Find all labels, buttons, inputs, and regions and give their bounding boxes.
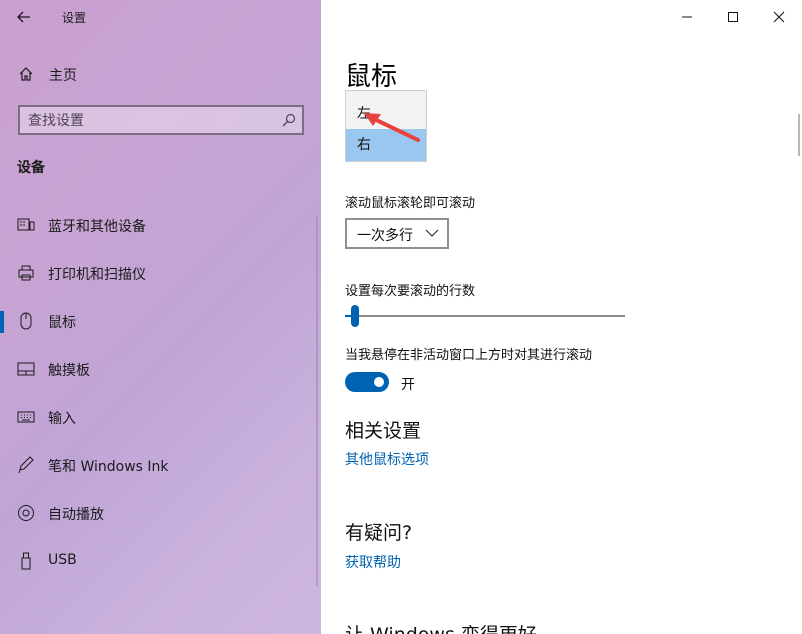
bluetooth-devices-icon (17, 216, 35, 234)
keyboard-icon (17, 408, 35, 426)
sidebar-item-autoplay[interactable]: 自动播放 (0, 493, 316, 533)
search-box[interactable] (18, 105, 304, 135)
related-settings-title: 相关设置 (345, 420, 422, 442)
home-nav-item[interactable]: 主页 (0, 58, 321, 90)
other-mouse-options-link[interactable]: 其他鼠标选项 (345, 449, 429, 469)
section-title: 设备 (17, 160, 45, 176)
sidebar-item-label: USB (48, 552, 77, 568)
sidebar-item-typing[interactable]: 输入 (0, 397, 316, 437)
minimize-button[interactable] (664, 0, 710, 34)
sidebar-item-label: 打印机和扫描仪 (48, 267, 146, 283)
touchpad-icon (17, 360, 35, 378)
scroll-dropdown[interactable]: 一次多行 (345, 218, 449, 249)
toggle-knob (374, 377, 384, 387)
main-content: 鼠标 左 右 滚动鼠标滚轮即可滚动 一次多行 设置每次要滚动的行数 当我悬停在非… (321, 0, 802, 634)
sidebar-item-pen[interactable]: 笔和 Windows Ink (0, 445, 316, 485)
sidebar-item-bluetooth[interactable]: 蓝牙和其他设备 (0, 205, 316, 245)
sidebar-item-mouse[interactable]: 鼠标 (0, 301, 316, 341)
sidebar-item-label: 触摸板 (48, 363, 90, 379)
inactive-scroll-label: 当我悬停在非活动窗口上方时对其进行滚动 (345, 348, 593, 363)
get-help-link[interactable]: 获取帮助 (345, 552, 401, 572)
sidebar-item-label: 输入 (48, 411, 76, 427)
title-bar-left: 设置 (0, 0, 321, 34)
slider-track (345, 315, 625, 317)
sidebar-scrollbar[interactable] (316, 216, 318, 586)
search-icon[interactable] (282, 112, 296, 131)
maximize-button[interactable] (710, 0, 756, 34)
close-icon (773, 11, 785, 23)
improve-windows-title: 让 Windows 变得更好 (345, 620, 537, 634)
mouse-icon (17, 312, 35, 330)
app-title: 设置 (62, 11, 87, 25)
lines-setting-label: 设置每次要滚动的行数 (345, 284, 476, 299)
scroll-dropdown-value: 一次多行 (357, 228, 413, 244)
back-button[interactable] (10, 4, 38, 30)
sidebar-item-touchpad[interactable]: 触摸板 (0, 349, 316, 389)
sidebar-item-label: 鼠标 (48, 315, 76, 331)
primary-button-list[interactable]: 左 右 (345, 90, 427, 162)
usb-icon (17, 552, 35, 570)
search-input[interactable] (28, 111, 268, 131)
question-title: 有疑问? (345, 522, 413, 544)
sidebar-item-printers[interactable]: 打印机和扫描仪 (0, 253, 316, 293)
primary-button-option-right[interactable]: 右 (346, 129, 426, 161)
autoplay-icon (17, 504, 35, 522)
inactive-scroll-toggle[interactable] (345, 372, 389, 392)
toggle-state-text: 开 (401, 377, 415, 393)
sidebar-item-label: 蓝牙和其他设备 (48, 219, 146, 235)
lines-slider[interactable] (345, 304, 625, 328)
home-icon (18, 66, 34, 86)
slider-thumb[interactable] (351, 305, 359, 327)
home-label: 主页 (49, 68, 77, 84)
maximize-icon (728, 12, 738, 22)
primary-button-option-left[interactable]: 左 (346, 98, 426, 130)
page-title: 鼠标 (345, 62, 398, 92)
back-arrow-icon (17, 11, 30, 23)
sidebar-item-label: 笔和 Windows Ink (48, 459, 169, 475)
scroll-setting-label: 滚动鼠标滚轮即可滚动 (345, 196, 476, 211)
printer-icon (17, 264, 35, 282)
sidebar: 设置 主页 设备 蓝牙和其他设备 打印机和扫描仪 鼠标 (0, 0, 321, 634)
sidebar-item-label: 自动播放 (48, 507, 104, 523)
minimize-icon (682, 16, 692, 18)
window-controls (664, 0, 802, 34)
chevron-down-icon (425, 229, 439, 237)
main-scrollbar[interactable] (798, 114, 800, 156)
close-button[interactable] (756, 0, 802, 34)
sidebar-item-usb[interactable]: USB (0, 541, 316, 581)
pen-icon (17, 456, 35, 474)
